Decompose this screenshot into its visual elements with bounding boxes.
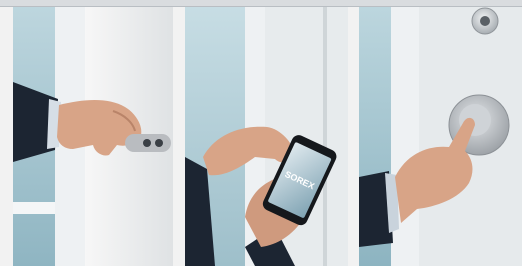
smartphone-illustration: SOREX (185, 7, 348, 266)
photo-button (359, 7, 522, 266)
photo-keyfob (13, 7, 173, 266)
button-illustration (359, 7, 522, 266)
photo-smartphone: SOREX (185, 7, 348, 266)
top-border (0, 0, 522, 7)
photo-collage: SOREX (0, 0, 522, 266)
keyfob-illustration (13, 7, 173, 266)
